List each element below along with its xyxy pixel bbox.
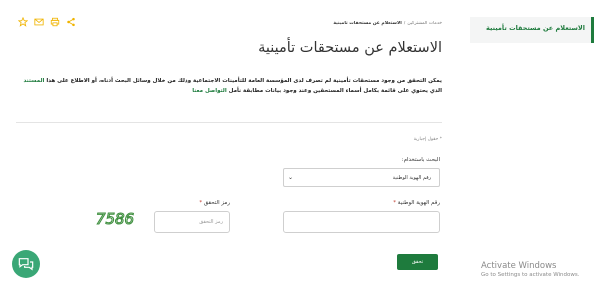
star-icon[interactable] [18,17,28,27]
breadcrumb-separator: / [403,21,406,26]
breadcrumb: خدمات المشتركين/الاستعلام عن مستحقات تأم… [294,21,442,26]
page-description: يمكن التحقق من وجود مستحقات تأمينية لم ت… [14,76,443,96]
national-id-input[interactable] [283,211,440,233]
national-id-label: رقم الهوية الوطنية * [360,200,440,206]
share-icon[interactable] [66,17,76,27]
page-toolbar [18,17,76,27]
national-id-label-text: رقم الهوية الوطنية [397,200,440,206]
description-text-2: الذي يحتوي على قائمة بكامل أسماء المستحق… [228,88,442,94]
chat-button[interactable] [12,250,40,278]
search-by-label: البحث باستخدام: [401,157,440,163]
description-text-1: يمكن التحقق من وجود مستحقات تأمينية لم ت… [46,78,442,84]
required-star: * [199,200,203,206]
side-nav-item-insurance-inquiry[interactable]: الاستعلام عن مستحقات تأمينية [486,24,585,32]
search-by-selected-value: رقم الهوية الوطنية [392,175,431,181]
captcha-image: 7586 [95,211,134,227]
print-icon[interactable] [50,17,60,27]
required-fields-note: * حقول إجبارية [413,137,442,142]
captcha-text: 7586 [96,211,134,227]
section-divider [16,122,442,123]
side-nav: الاستعلام عن مستحقات تأمينية [470,17,594,43]
chat-icon [18,258,34,271]
chevron-down-icon: ⌄ [288,174,294,181]
document-link[interactable]: المستند [24,78,45,84]
watermark-title: Activate Windows [481,261,557,271]
activate-windows-watermark: Activate Windows Go to Settings to activ… [481,261,580,278]
page-title: الاستعلام عن مستحقات تأمينية [258,40,442,56]
breadcrumb-parent[interactable]: خدمات المشتركين [407,21,442,26]
search-by-select[interactable]: رقم الهوية الوطنية ⌄ [283,168,440,187]
captcha-label: رمز التحقق * [170,200,230,206]
breadcrumb-current: الاستعلام عن مستحقات تأمينية [333,21,402,26]
verify-button[interactable]: تحقق [397,254,438,270]
contact-us-link[interactable]: التواصل معنا [192,88,227,94]
required-star: * [393,200,397,206]
watermark-subtitle: Go to Settings to activate Windows. [481,272,580,278]
email-icon[interactable] [34,17,44,27]
captcha-label-text: رمز التحقق [203,200,230,206]
captcha-input[interactable] [154,211,230,233]
